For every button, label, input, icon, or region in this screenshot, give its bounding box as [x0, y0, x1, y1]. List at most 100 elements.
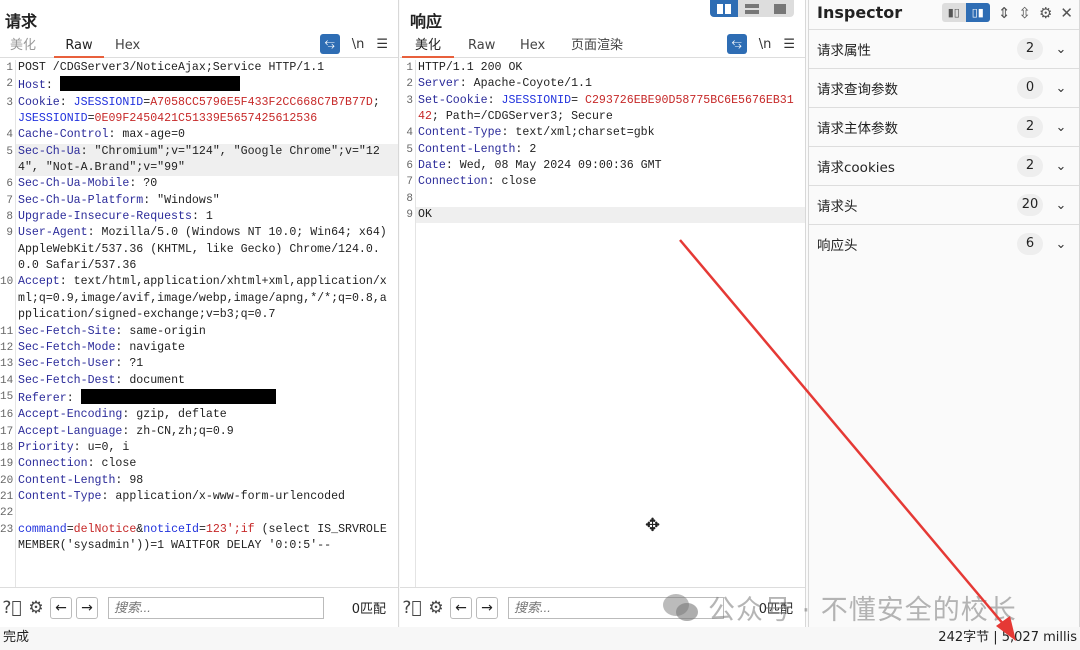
- code-line: 1 HTTP/1.1 200 OK: [400, 60, 805, 76]
- code-line: 12 Sec-Fetch-Mode: navigate: [0, 340, 398, 356]
- code-token: Connection: [18, 457, 88, 471]
- next-arrow-icon[interactable]: →: [476, 596, 498, 619]
- code-token: =: [571, 93, 585, 107]
- search-input[interactable]: [508, 596, 724, 619]
- line-number: 7: [6, 194, 13, 207]
- inspector-section[interactable]: 请求cookies 2 ⌄: [809, 146, 1079, 185]
- code-token: OK: [418, 208, 432, 222]
- close-icon[interactable]: ✕: [1060, 4, 1073, 22]
- code-token: : max-age=0: [108, 128, 185, 142]
- code-token: Accept-Language: [18, 424, 123, 438]
- tab-render[interactable]: 页面渲染: [563, 36, 631, 58]
- layout-side-by-side-icon[interactable]: [710, 0, 738, 17]
- line-number: 2: [6, 78, 13, 91]
- request-editor[interactable]: 1 POST /CDGServer3/NoticeAjax;Service HTT…: [0, 60, 398, 587]
- gear-icon[interactable]: ⚙: [426, 598, 446, 618]
- section-label: 请求cookies: [817, 160, 895, 176]
- chevron-down-icon[interactable]: ⌄: [1043, 159, 1079, 174]
- code-token: Cache-Control: [18, 128, 109, 142]
- collapse-all-icon[interactable]: ⇳: [1018, 4, 1031, 22]
- inspector-section[interactable]: 请求属性 2 ⌄: [809, 29, 1079, 68]
- layout-stacked-icon[interactable]: [738, 0, 766, 17]
- menu-icon[interactable]: ☰: [376, 37, 388, 52]
- code-token: : zh-CN,zh;q=0.9: [122, 424, 234, 438]
- inspector-section[interactable]: 请求主体参数 2 ⌄: [809, 107, 1079, 146]
- code-line: 17 Accept-Language: zh-CN,zh;q=0.9: [0, 424, 398, 440]
- tab-pretty[interactable]: 美化: [2, 36, 44, 58]
- line-number: 12: [0, 341, 14, 354]
- chevron-down-icon[interactable]: ⌄: [1043, 237, 1079, 252]
- code-line: 8 Upgrade-Insecure-Requests: 1: [0, 209, 398, 225]
- code-token: : 1: [191, 210, 213, 224]
- code-token: =: [87, 112, 95, 126]
- chevron-down-icon[interactable]: ⌄: [1043, 81, 1079, 96]
- code-token: : close: [487, 175, 537, 189]
- code-token: : Wed, 08 May 2024 09:00:36 GMT: [445, 159, 662, 173]
- code-token: Sec-Fetch-Mode: [18, 340, 116, 354]
- section-label: 请求查询参数: [817, 82, 898, 98]
- tab-hex[interactable]: Hex: [512, 36, 553, 58]
- tab-raw[interactable]: Raw: [460, 36, 503, 58]
- prev-arrow-icon[interactable]: ←: [450, 596, 472, 619]
- line-number: 9: [6, 227, 13, 240]
- prev-arrow-icon[interactable]: ←: [50, 596, 72, 619]
- code-token: =: [66, 522, 74, 536]
- code-token: Content-Length: [418, 142, 516, 156]
- code-token: User-Agent: [18, 226, 88, 240]
- inspector-section[interactable]: 响应头 6 ⌄: [809, 224, 1079, 263]
- line-number: 4: [406, 127, 413, 140]
- line-number: 14: [0, 374, 14, 387]
- code-token: ; Path=/CDGServer3; Secure: [431, 110, 613, 124]
- code-token: :: [487, 93, 502, 107]
- code-line: 3 Cookie: JSESSIONID=A7058CC5796E5F433F2C…: [0, 95, 398, 128]
- wrap-lines-icon[interactable]: ⥃: [726, 34, 747, 54]
- tab-raw[interactable]: Raw: [54, 36, 104, 58]
- line-number: 13: [0, 358, 14, 371]
- code-token: :: [59, 95, 74, 109]
- request-search-bar: ?⃝ ⚙ ← → 0匹配: [0, 587, 398, 627]
- tab-hex[interactable]: Hex: [107, 36, 148, 58]
- status-text: 完成: [3, 630, 30, 645]
- chevron-down-icon[interactable]: ⌄: [1043, 198, 1079, 213]
- request-panel: 请求 美化 Raw Hex ⥃ \n ☰ 1 POST /CDGServer3/Not…: [0, 0, 399, 627]
- code-line: 21 Content-Type: application/x-www-form-u…: [0, 489, 398, 505]
- code-token: Content-Length: [18, 473, 116, 487]
- code-token: : u=0, i: [73, 440, 130, 454]
- gear-icon[interactable]: ⚙: [26, 598, 46, 618]
- code-line: 9 User-Agent: Mozilla/5.0 (Windows NT 10.…: [0, 225, 398, 274]
- line-number: 8: [406, 192, 413, 205]
- gear-icon[interactable]: ⚙: [1039, 4, 1052, 22]
- chevron-down-icon[interactable]: ⌄: [1043, 120, 1079, 135]
- request-title: 请求: [5, 12, 38, 31]
- code-line: 6 Sec-Ch-Ua-Mobile: ?0: [0, 176, 398, 192]
- line-number: 3: [406, 94, 413, 107]
- search-input[interactable]: [108, 596, 324, 619]
- panel-right-icon[interactable]: ▯▮: [965, 3, 990, 22]
- menu-icon[interactable]: ☰: [783, 37, 795, 52]
- tab-pretty[interactable]: 美化: [402, 36, 454, 58]
- wrap-lines-icon[interactable]: ⥃: [319, 34, 340, 54]
- match-count: 0匹配: [758, 602, 793, 617]
- count-badge: 20: [1017, 194, 1043, 216]
- newline-icon[interactable]: \n: [759, 37, 772, 52]
- line-number: 5: [406, 143, 413, 156]
- line-number: 16: [0, 409, 14, 422]
- inspector-section[interactable]: 请求头 20 ⌄: [809, 185, 1079, 224]
- help-icon[interactable]: ?⃝: [402, 598, 422, 618]
- layout-tabs-icon[interactable]: [766, 0, 794, 17]
- panel-left-icon[interactable]: ▮▯: [942, 3, 966, 22]
- help-icon[interactable]: ?⃝: [2, 598, 22, 618]
- newline-icon[interactable]: \n: [352, 37, 365, 52]
- next-arrow-icon[interactable]: →: [76, 596, 98, 619]
- response-editor[interactable]: 1 HTTP/1.1 200 OK 2 Server: Apache-Coyote/1…: [400, 60, 805, 587]
- line-number: 6: [406, 160, 413, 173]
- expand-all-icon[interactable]: ⇕: [998, 4, 1011, 22]
- count-badge: 0: [1017, 77, 1043, 99]
- code-token: : ?1: [115, 357, 144, 371]
- chevron-down-icon[interactable]: ⌄: [1043, 42, 1079, 57]
- inspector-section[interactable]: 请求查询参数 0 ⌄: [809, 68, 1079, 107]
- code-token: : application/x-www-form-urlencoded: [101, 489, 346, 503]
- code-token: : document: [115, 373, 185, 387]
- code-token: Content-Type: [418, 126, 502, 140]
